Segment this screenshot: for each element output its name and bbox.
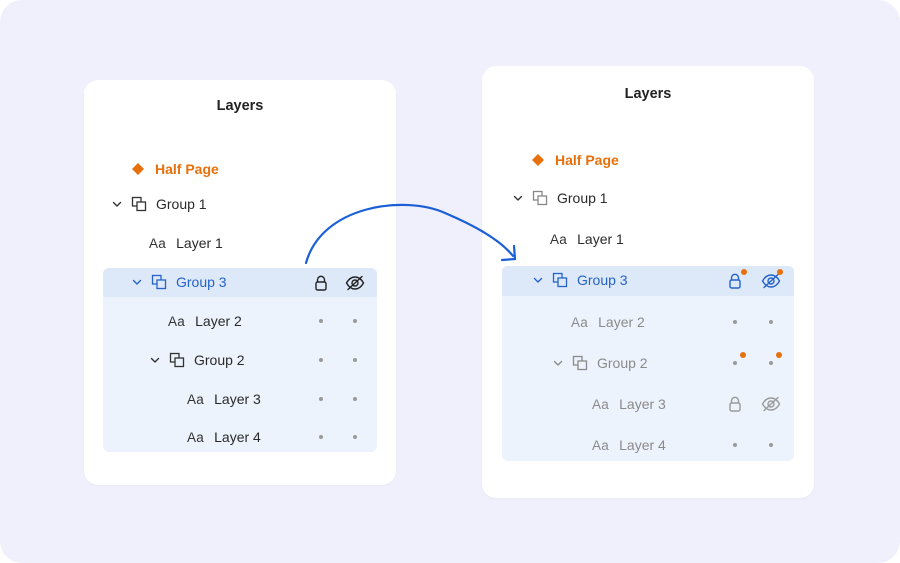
transition-arrow	[304, 203, 517, 265]
arrow-curve	[304, 203, 515, 265]
diagram-canvas: Layers Half Page Group 1 Aa Layer 1 Grou…	[0, 0, 900, 563]
arrow-head	[500, 244, 517, 262]
